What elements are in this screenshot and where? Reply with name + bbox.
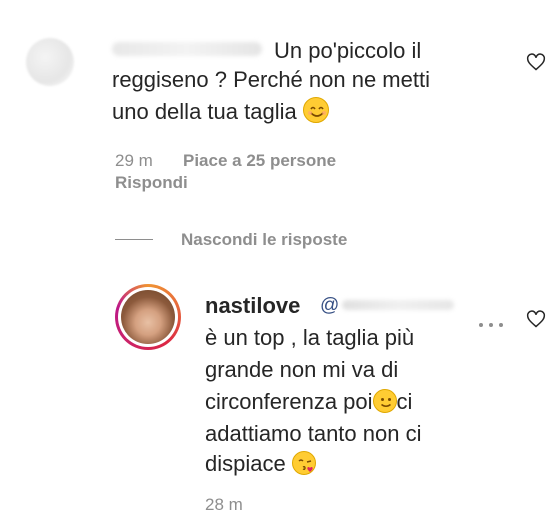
smiling-face-emoji xyxy=(302,97,329,123)
reply-username[interactable]: nastilove xyxy=(205,291,300,320)
more-dots-icon[interactable] xyxy=(478,315,504,333)
reply-text-line4: adattiamo tanto non ci xyxy=(205,421,422,446)
comment-text-line3: uno della tua taglia xyxy=(112,97,329,126)
username-blurred[interactable] xyxy=(112,42,262,56)
like-comment-heart-icon[interactable] xyxy=(526,52,546,77)
reply-text-line2: grande non mi va di xyxy=(205,357,399,382)
reply-avatar[interactable] xyxy=(115,284,181,350)
reply-text-line5: dispiace xyxy=(205,449,316,478)
comment-timestamp: 29 m xyxy=(115,151,153,170)
reply-timestamp: 28 m xyxy=(205,495,243,514)
like-reply-heart-icon[interactable] xyxy=(526,309,546,334)
replies-divider-line xyxy=(115,239,153,240)
reply-text-line3-label: circonferenza poi xyxy=(205,389,373,414)
comment-likes-count[interactable]: Piace a 25 persone xyxy=(183,151,336,171)
slightly-smiling-face-emoji xyxy=(372,389,397,413)
comment-text-line2: reggiseno ? Perché non ne metti xyxy=(112,67,430,92)
reply-button[interactable]: Rispondi xyxy=(115,173,188,193)
reply-text-line3: circonferenza poi ci xyxy=(205,387,412,416)
mention-at-icon[interactable]: @ xyxy=(320,295,339,317)
mention-blurred[interactable] xyxy=(342,300,454,310)
hide-replies-button[interactable]: Nascondi le risposte xyxy=(181,230,347,250)
avatar-blurred[interactable] xyxy=(26,38,74,86)
reply-text-line5-label: dispiace xyxy=(205,451,286,476)
face-blowing-kiss-emoji xyxy=(291,451,316,475)
reply-text-line3-tail: ci xyxy=(396,389,413,414)
reply-text-line1: è un top , la taglia più xyxy=(205,325,415,350)
comment-text-line3-label: uno della tua taglia xyxy=(112,99,297,124)
comment-text-line1: Un po'piccolo il xyxy=(274,38,422,63)
